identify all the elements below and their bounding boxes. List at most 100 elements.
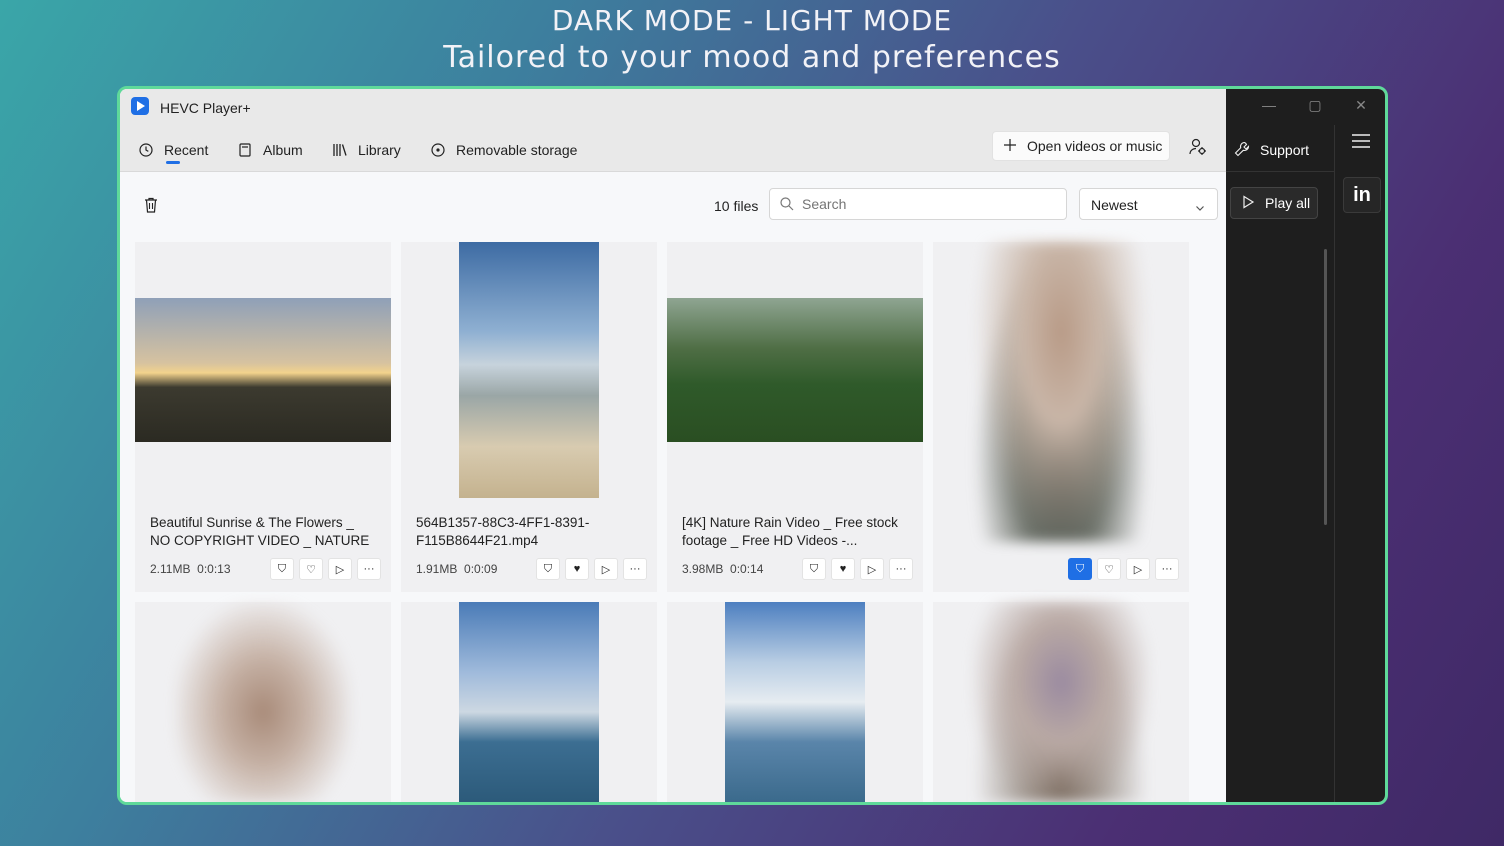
trash-icon[interactable]: [142, 196, 160, 214]
play-button[interactable]: ▷: [860, 558, 884, 580]
video-card[interactable]: [135, 602, 391, 802]
tab-recent-label: Recent: [164, 142, 209, 164]
video-duration: 0:0:14: [730, 562, 764, 576]
video-meta: 3.98MB 0:0:14: [682, 562, 763, 576]
app-logo-icon: [131, 97, 149, 115]
linkedin-icon[interactable]: in: [1343, 177, 1381, 213]
favorite-button[interactable]: ♡: [299, 558, 323, 580]
video-thumbnail[interactable]: [135, 298, 391, 442]
video-meta: 2.11MB 0:0:13: [150, 562, 231, 576]
play-all-button[interactable]: Play all: [1230, 187, 1318, 219]
shield-icon: ⛉: [1075, 562, 1085, 575]
video-card[interactable]: [401, 602, 657, 802]
video-card[interactable]: Beautiful Sunrise & The Flowers _ NO COP…: [135, 242, 391, 592]
play-button[interactable]: ▷: [594, 558, 618, 580]
library-icon: [332, 142, 348, 158]
clock-icon: [138, 142, 154, 158]
more-button[interactable]: ···: [1155, 558, 1179, 580]
hamburger-menu-icon[interactable]: [1351, 133, 1371, 149]
play-icon: ▷: [1133, 563, 1143, 576]
search-input[interactable]: [769, 188, 1067, 220]
maximize-icon[interactable]: ▢: [1306, 97, 1324, 115]
video-title: 564B1357-88C3-4FF1-8391-F115B8644F21.mp4: [416, 515, 590, 548]
tab-library[interactable]: Library: [332, 137, 401, 163]
more-icon: ···: [1161, 563, 1173, 575]
video-thumbnail[interactable]: [459, 602, 599, 802]
shield-icon: ⛉: [543, 562, 553, 575]
disc-icon: [430, 142, 446, 158]
tab-removable-storage-label: Removable storage: [456, 142, 578, 158]
video-thumbnail[interactable]: [725, 602, 865, 802]
shield-icon: ⛉: [277, 562, 287, 575]
tab-recent[interactable]: Recent: [138, 137, 209, 164]
more-button[interactable]: ···: [889, 558, 913, 580]
favorite-button[interactable]: ♡: [1097, 558, 1121, 580]
protect-button[interactable]: ⛉: [802, 558, 826, 580]
play-icon: ▷: [867, 563, 877, 576]
video-size: 2.11MB: [150, 562, 191, 576]
video-card[interactable]: [4K] Nature Rain Video _ Free stock foot…: [667, 242, 923, 592]
support-button[interactable]: Support: [1234, 137, 1309, 163]
video-thumbnail[interactable]: [175, 602, 351, 802]
play-icon: ▷: [601, 563, 611, 576]
title-bar: HEVC Player+: [120, 89, 1226, 127]
sort-value: Newest: [1091, 197, 1138, 213]
favorite-button[interactable]: ♥: [565, 558, 589, 580]
video-size: 3.98MB: [682, 562, 724, 576]
divider: [1226, 171, 1334, 172]
user-settings-icon[interactable]: [1188, 137, 1208, 157]
chevron-down-icon: [1195, 200, 1205, 211]
plus-icon: [1003, 138, 1017, 155]
search-icon: [779, 196, 795, 212]
heart-outline-icon: ♡: [306, 563, 316, 576]
file-count: 10 files: [714, 198, 759, 214]
video-title: [4K] Nature Rain Video _ Free stock foot…: [682, 515, 898, 548]
video-card[interactable]: [667, 602, 923, 802]
open-videos-label: Open videos or music: [1027, 138, 1163, 154]
promo-subheadline: Tailored to your mood and preferences: [443, 40, 1061, 75]
video-size: 1.91MB: [416, 562, 458, 576]
video-card[interactable]: [933, 602, 1189, 802]
scrollbar[interactable]: [1324, 249, 1327, 525]
more-icon: ···: [363, 563, 375, 575]
play-button[interactable]: ▷: [328, 558, 352, 580]
support-label: Support: [1260, 142, 1310, 158]
play-all-label: Play all: [1265, 195, 1311, 211]
tab-removable-storage[interactable]: Removable storage: [430, 137, 577, 163]
minimize-icon[interactable]: —: [1260, 97, 1278, 115]
album-icon: [237, 142, 253, 158]
nav-bar: Recent Album Library Removable storage O…: [120, 127, 1226, 172]
video-thumbnail[interactable]: [973, 602, 1149, 802]
video-title: Beautiful Sunrise & The Flowers _ NO COP…: [150, 515, 370, 548]
favorite-button[interactable]: ♥: [831, 558, 855, 580]
heart-outline-icon: ♡: [1104, 563, 1114, 576]
video-card[interactable]: 564B1357-88C3-4FF1-8391-F115B8644F21.mp4…: [401, 242, 657, 592]
divider: [1334, 125, 1335, 802]
protect-button[interactable]: ⛉: [536, 558, 560, 580]
video-meta: 1.91MB 0:0:09: [416, 562, 497, 576]
tab-album[interactable]: Album: [237, 137, 303, 163]
app-title: HEVC Player+: [160, 100, 251, 116]
open-videos-button[interactable]: Open videos or music: [992, 131, 1170, 161]
more-button[interactable]: ···: [623, 558, 647, 580]
protect-button[interactable]: ⛉: [270, 558, 294, 580]
promo-headline: DARK MODE - LIGHT MODE: [551, 4, 953, 37]
video-thumbnail[interactable]: [973, 242, 1149, 542]
shield-icon: ⛉: [809, 562, 819, 575]
video-thumbnail[interactable]: [667, 298, 923, 442]
more-icon: ···: [629, 563, 641, 575]
more-button[interactable]: ···: [357, 558, 381, 580]
tab-album-label: Album: [263, 142, 303, 158]
protect-button[interactable]: ⛉: [1068, 558, 1092, 580]
play-button[interactable]: ▷: [1126, 558, 1150, 580]
video-duration: 0:0:09: [464, 562, 498, 576]
play-icon: [1241, 194, 1255, 212]
play-icon: ▷: [335, 563, 345, 576]
more-icon: ···: [895, 563, 907, 575]
close-icon[interactable]: ✕: [1352, 97, 1370, 115]
video-card[interactable]: ⛉ ♡ ▷ ···: [933, 242, 1189, 592]
sort-dropdown[interactable]: Newest: [1079, 188, 1218, 220]
wrench-icon: [1234, 141, 1250, 160]
library-content: 10 files Newest Beautiful Sunrise & The …: [120, 172, 1226, 802]
video-thumbnail[interactable]: [459, 242, 599, 498]
